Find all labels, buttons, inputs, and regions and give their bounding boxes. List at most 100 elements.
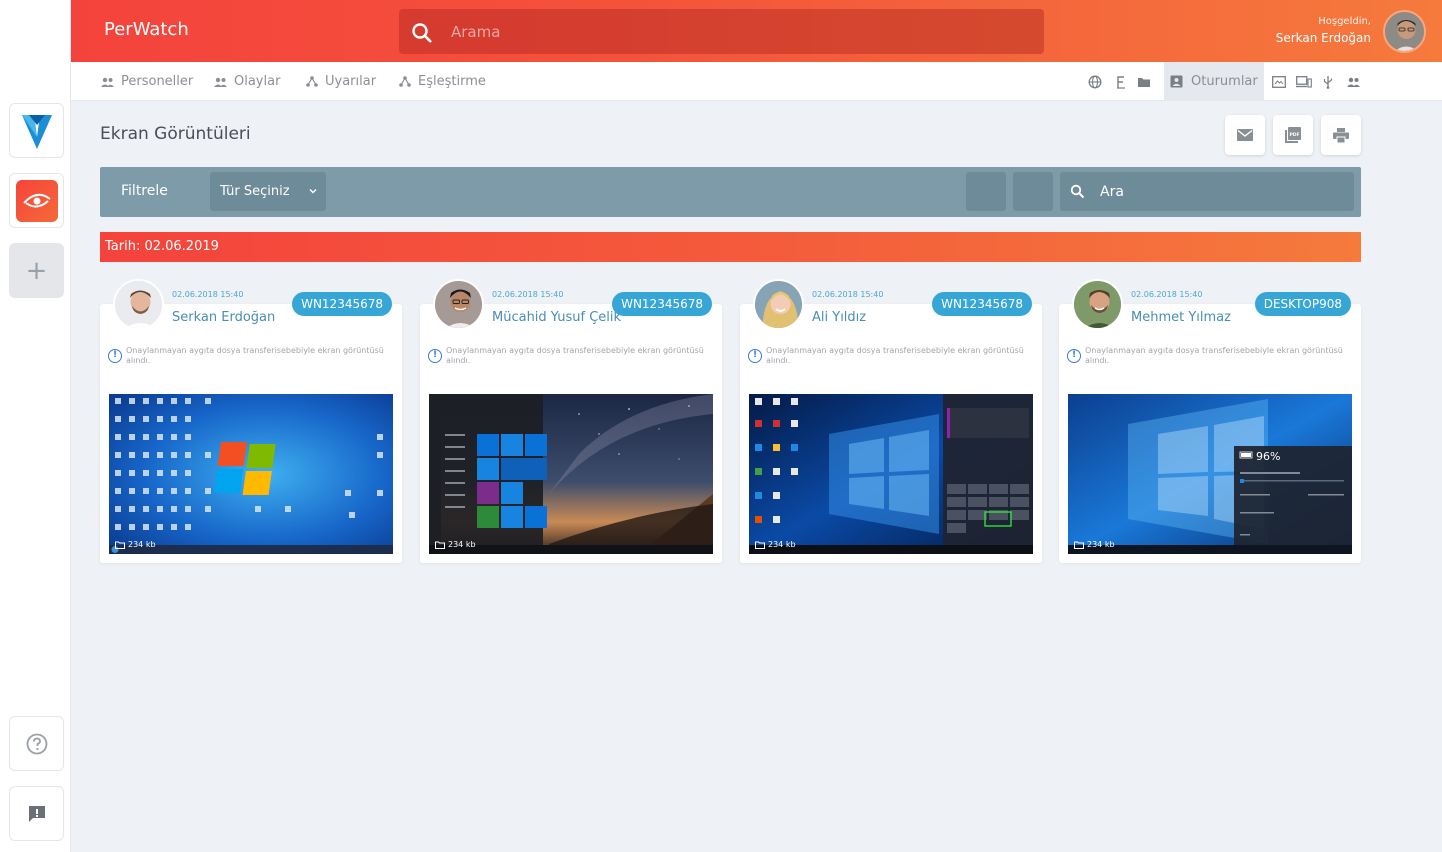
card-warning-text: Onaylanmayan aygıta dosya transferisebeb…: [126, 346, 384, 365]
device-badge: WN12345678: [612, 292, 712, 316]
nav-uyarilar-label: Uyarılar: [325, 74, 377, 89]
folder-icon: [435, 541, 445, 549]
card-warning: ! Onaylanmayan aygıta dosya transferiseb…: [428, 346, 714, 366]
plus-icon: +: [25, 255, 48, 286]
network-icon: [399, 76, 411, 87]
avatar: [1072, 279, 1123, 330]
pdf-icon: PDF: [1285, 127, 1301, 143]
screenshot-card[interactable]: 02.06.2018 15:40 Mücahid Yusuf Çelik WN1…: [420, 279, 722, 563]
usb-icon[interactable]: [1319, 73, 1336, 90]
file-size: 234 kb: [115, 540, 156, 549]
file-size: 234 kb: [755, 540, 796, 549]
feedback-icon: [28, 805, 45, 822]
search-icon: [412, 23, 432, 43]
nav-oturumlar-label: Oturumlar: [1191, 74, 1258, 89]
device-badge: DESKTOP908: [1254, 292, 1351, 316]
device-badge: WN12345678: [932, 292, 1032, 316]
screenshot-card[interactable]: 02.06.2018 15:40 Serkan Erdoğan WN123456…: [100, 279, 402, 563]
file-size-label: 234 kb: [768, 540, 796, 549]
card-warning-text: Onaylanmayan aygıta dosya transferisebeb…: [766, 346, 1024, 365]
help-button[interactable]: [9, 716, 64, 771]
welcome-text: Hoşgeldin,: [1318, 16, 1371, 27]
sessions-icon: [1170, 75, 1183, 88]
nav-oturumlar[interactable]: Oturumlar: [1164, 62, 1264, 101]
page-title: Ekran Görüntüleri: [100, 124, 251, 144]
pdf-button[interactable]: PDF: [1273, 115, 1313, 155]
battery-text: 96%: [1256, 450, 1280, 463]
nav-personeller-label: Personeller: [121, 74, 194, 89]
filter-option-button-2[interactable]: [1013, 172, 1053, 211]
filter-search[interactable]: [1060, 172, 1354, 211]
print-icon: [1333, 127, 1349, 143]
globe-icon[interactable]: [1086, 73, 1103, 90]
devices-icon[interactable]: [1295, 73, 1312, 90]
nav-olaylar-label: Olaylar: [234, 74, 281, 89]
avatar: [753, 279, 804, 330]
nav-uyarilar[interactable]: Uyarılar: [306, 62, 376, 101]
avatar: [113, 279, 164, 330]
global-search[interactable]: [399, 9, 1044, 54]
global-search-input[interactable]: [451, 9, 1011, 54]
filter-label: Filtrele: [121, 183, 168, 199]
perwatch-logo-icon: [15, 179, 58, 222]
card-warning: ! Onaylanmayan aygıta dosya transferiseb…: [748, 346, 1034, 366]
alert-icon: !: [748, 349, 762, 363]
nav-personeller[interactable]: Personeller: [101, 62, 193, 101]
device-badge: WN12345678: [292, 292, 392, 316]
top-header: PerWatch Hoşgeldin, Serkan Erdoğan: [71, 0, 1442, 62]
filter-bar: Filtrele Tür Seçiniz: [100, 167, 1361, 217]
app-switch-v-button[interactable]: [9, 103, 64, 158]
main-nav: Personeller Olaylar Uyarılar Eşleştirme …: [71, 62, 1442, 101]
app-switch-perwatch-button[interactable]: [9, 173, 64, 228]
nav-eslestirme-label: Eşleştirme: [418, 74, 486, 89]
card-user-name[interactable]: Ali Yıldız: [812, 310, 866, 325]
screenshot-thumbnail[interactable]: 234 kb: [109, 394, 393, 554]
folder-icon: [755, 541, 765, 549]
type-select[interactable]: Tür Seçiniz: [210, 172, 326, 211]
search-icon: [1070, 184, 1085, 199]
user-avatar[interactable]: [1383, 10, 1426, 53]
screenshot-card[interactable]: 02.06.2018 15:40 Mehmet Yılmaz DESKTOP90…: [1059, 279, 1361, 563]
brand-title: PerWatch: [104, 19, 189, 40]
card-user-name[interactable]: Mücahid Yusuf Çelik: [492, 310, 621, 325]
nav-olaylar[interactable]: Olaylar: [214, 62, 280, 101]
alert-icon: !: [108, 349, 122, 363]
screenshot-thumbnail[interactable]: 96% 234 kb: [1068, 394, 1352, 554]
feedback-button[interactable]: [9, 786, 64, 841]
folder-icon: [115, 541, 125, 549]
card-warning-text: Onaylanmayan aygıta dosya transferisebeb…: [446, 346, 704, 365]
current-user-name: Serkan Erdoğan: [1275, 31, 1371, 45]
file-size: 234 kb: [435, 540, 476, 549]
left-rail: +: [0, 0, 71, 852]
font-icon[interactable]: [1112, 73, 1129, 90]
screen-icon[interactable]: [1270, 73, 1287, 90]
screenshot-thumbnail[interactable]: 234 kb: [749, 394, 1033, 554]
date-bar: Tarih: 02.06.2019: [100, 232, 1361, 262]
card-warning: ! Onaylanmayan aygıta dosya transferiseb…: [108, 346, 394, 366]
filter-option-button-1[interactable]: [966, 172, 1006, 211]
card-date: 02.06.2018 15:40: [492, 290, 564, 299]
help-icon: [26, 733, 47, 754]
nav-eslestirme[interactable]: Eşleştirme: [399, 62, 486, 101]
network-icon: [306, 76, 318, 87]
card-user-name[interactable]: Serkan Erdoğan: [172, 310, 275, 325]
card-date: 02.06.2018 15:40: [1131, 290, 1203, 299]
file-size: 234 kb: [1074, 540, 1115, 549]
screenshot-thumbnail[interactable]: 234 kb: [429, 394, 713, 554]
card-user-name[interactable]: Mehmet Yılmaz: [1131, 310, 1231, 325]
filter-search-input[interactable]: [1100, 172, 1340, 211]
file-size-label: 234 kb: [448, 540, 476, 549]
email-button[interactable]: [1225, 115, 1265, 155]
users-icon: [101, 77, 114, 87]
avatar: [433, 279, 484, 330]
card-date: 02.06.2018 15:40: [172, 290, 244, 299]
v-logo-icon: [21, 114, 52, 149]
alert-icon: !: [428, 349, 442, 363]
folder-icon[interactable]: [1135, 73, 1152, 90]
print-button[interactable]: [1321, 115, 1361, 155]
card-warning: ! Onaylanmayan aygıta dosya transferiseb…: [1067, 346, 1353, 366]
svg-text:PDF: PDF: [1289, 132, 1299, 138]
screenshot-card[interactable]: 02.06.2018 15:40 Ali Yıldız WN12345678 !…: [740, 279, 1042, 563]
add-app-button[interactable]: +: [9, 243, 64, 298]
users-icon[interactable]: [1345, 73, 1362, 90]
